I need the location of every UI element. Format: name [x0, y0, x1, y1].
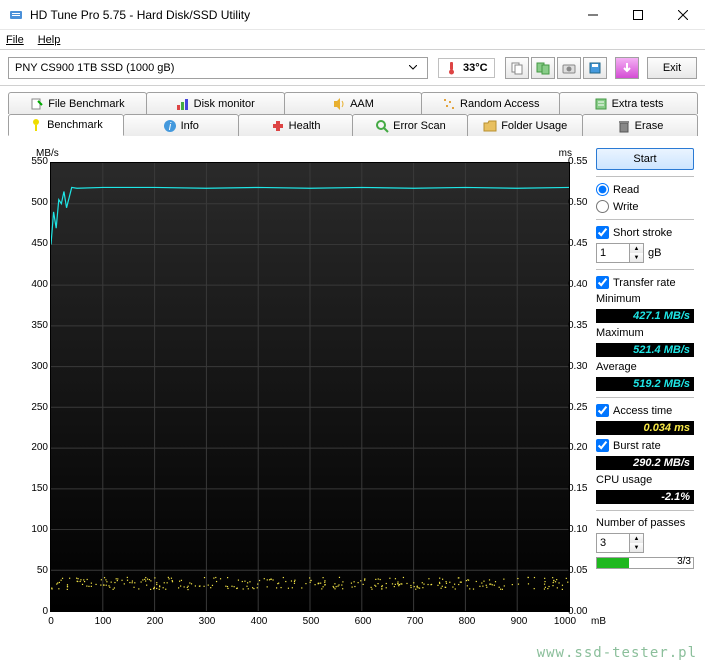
- close-button[interactable]: [660, 0, 705, 29]
- watermark: www.ssd-tester.pl: [537, 645, 697, 661]
- passes-label: Number of passes: [596, 517, 694, 529]
- error-scan-icon: [375, 119, 389, 133]
- burst-rate-value: 290.2 MB/s: [596, 456, 694, 470]
- disk-monitor-icon: [176, 97, 190, 111]
- short-stroke-check[interactable]: Short stroke: [596, 226, 694, 239]
- tab-info[interactable]: iInfo: [123, 114, 239, 136]
- save-button[interactable]: [583, 57, 607, 79]
- cpu-label: CPU usage: [596, 474, 694, 486]
- passes-spinner[interactable]: ▲▼: [596, 533, 644, 553]
- aam-icon: [332, 97, 346, 111]
- short-stroke-spinner[interactable]: ▲▼: [596, 243, 644, 263]
- read-radio[interactable]: Read: [596, 183, 694, 196]
- write-radio[interactable]: Write: [596, 200, 694, 213]
- titlebar: HD Tune Pro 5.75 - Hard Disk/SSD Utility: [0, 0, 705, 30]
- avg-value: 519.2 MB/s: [596, 377, 694, 391]
- drive-select-label: PNY CS900 1TB SSD (1000 gB): [15, 62, 174, 74]
- max-value: 521.4 MB/s: [596, 343, 694, 357]
- thermometer-icon: [445, 61, 459, 75]
- passes-progress: 3/3: [596, 557, 694, 569]
- info-icon: i: [163, 119, 177, 133]
- health-icon: [271, 119, 285, 133]
- avg-label: Average: [596, 361, 694, 373]
- tabs-secondary: File Benchmark Disk monitor AAM Random A…: [8, 92, 697, 114]
- min-label: Minimum: [596, 293, 694, 305]
- tab-disk-monitor[interactable]: Disk monitor: [146, 92, 285, 114]
- chart-canvas: [50, 162, 570, 612]
- tabs-primary: Benchmark iInfo Health Error Scan Folder…: [8, 114, 697, 136]
- minimize-button[interactable]: [570, 0, 615, 29]
- refresh-button[interactable]: [615, 57, 639, 79]
- tab-file-benchmark[interactable]: File Benchmark: [8, 92, 147, 114]
- menu-file[interactable]: File: [6, 34, 24, 46]
- tab-erase[interactable]: Erase: [582, 114, 698, 136]
- copy-button[interactable]: [505, 57, 529, 79]
- benchmark-chart: MB/s ms 550 500 450 400 350 300 250 200 …: [8, 148, 588, 648]
- access-time-value: 0.034 ms: [596, 421, 694, 435]
- temperature-value: 33°C: [463, 62, 488, 74]
- app-icon: [8, 7, 24, 23]
- camera-button[interactable]: [557, 57, 581, 79]
- file-benchmark-icon: [30, 97, 44, 111]
- menu-help[interactable]: Help: [38, 34, 61, 46]
- start-button[interactable]: Start: [596, 148, 694, 170]
- tab-folder-usage[interactable]: Folder Usage: [467, 114, 583, 136]
- cpu-value: -2.1%: [596, 490, 694, 504]
- tab-extra-tests[interactable]: Extra tests: [559, 92, 698, 114]
- extra-tests-icon: [594, 97, 608, 111]
- transfer-rate-check[interactable]: Transfer rate: [596, 276, 694, 289]
- side-panel: Start Read Write Short stroke ▲▼ gB Tran…: [596, 148, 694, 648]
- tab-random-access[interactable]: Random Access: [421, 92, 560, 114]
- toolbar: PNY CS900 1TB SSD (1000 gB) 33°C Exit: [0, 50, 705, 86]
- window-title: HD Tune Pro 5.75 - Hard Disk/SSD Utility: [30, 8, 570, 22]
- menubar: File Help: [0, 30, 705, 50]
- screenshot-button[interactable]: [531, 57, 555, 79]
- tab-aam[interactable]: AAM: [284, 92, 423, 114]
- max-label: Maximum: [596, 327, 694, 339]
- burst-rate-check[interactable]: Burst rate: [596, 439, 694, 452]
- temperature-box: 33°C: [438, 58, 495, 78]
- benchmark-icon: [29, 118, 43, 132]
- chevron-down-icon: [405, 60, 421, 76]
- min-value: 427.1 MB/s: [596, 309, 694, 323]
- access-time-check[interactable]: Access time: [596, 404, 694, 417]
- exit-button[interactable]: Exit: [647, 57, 697, 79]
- drive-select[interactable]: PNY CS900 1TB SSD (1000 gB): [8, 57, 428, 79]
- maximize-button[interactable]: [615, 0, 660, 29]
- folder-icon: [483, 119, 497, 133]
- tab-benchmark[interactable]: Benchmark: [8, 114, 124, 136]
- erase-icon: [617, 119, 631, 133]
- x-axis-unit: mB: [591, 616, 606, 627]
- random-access-icon: [442, 97, 456, 111]
- tab-health[interactable]: Health: [238, 114, 354, 136]
- tab-error-scan[interactable]: Error Scan: [352, 114, 468, 136]
